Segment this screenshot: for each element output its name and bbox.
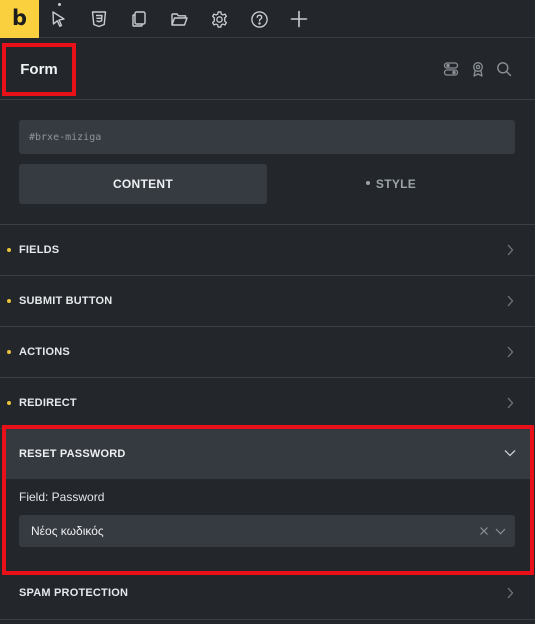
top-toolbar: b xyxy=(0,0,535,38)
settings-icon[interactable] xyxy=(209,9,229,29)
tab-content-label: CONTENT xyxy=(112,177,174,191)
logo-letter: b xyxy=(11,5,28,30)
add-icon[interactable] xyxy=(289,9,309,29)
chevron-right-icon xyxy=(505,346,515,358)
selected-value: Νέος κωδικός xyxy=(31,524,104,538)
group-label: ACTIONS xyxy=(19,346,70,358)
has-settings-dot xyxy=(7,248,11,252)
group-label: SUBMIT BUTTON xyxy=(19,295,113,307)
control-group-reset-password[interactable]: RESET PASSWORD xyxy=(6,429,530,479)
group-label: RESET PASSWORD xyxy=(19,448,126,460)
control-group-submit-button[interactable]: SUBMIT BUTTON xyxy=(0,276,535,326)
select-cursor-icon[interactable] xyxy=(49,9,69,29)
tab-style-label: STYLE xyxy=(375,177,417,191)
group-label: SPAM PROTECTION xyxy=(19,587,129,599)
css-id-input[interactable] xyxy=(19,120,515,154)
pages-icon[interactable] xyxy=(129,9,149,29)
badge-icon[interactable] xyxy=(468,59,488,79)
control-group-spam-protection[interactable]: SPAM PROTECTION xyxy=(0,568,535,618)
has-settings-dot xyxy=(7,401,11,405)
group-label: FIELDS xyxy=(19,244,60,256)
css3-icon[interactable] xyxy=(89,9,109,29)
password-field-select[interactable]: Νέος κωδικός xyxy=(19,515,515,547)
toggle-icon[interactable] xyxy=(441,59,461,79)
tab-content[interactable]: CONTENT xyxy=(19,164,267,204)
element-title: Form xyxy=(20,61,58,78)
help-icon[interactable] xyxy=(249,9,269,29)
has-settings-dot xyxy=(7,299,11,303)
clear-icon[interactable] xyxy=(478,525,490,537)
builder-logo[interactable]: b xyxy=(0,0,39,38)
chevron-down-icon xyxy=(503,447,517,459)
element-header: Form xyxy=(0,39,535,100)
control-group-fields[interactable]: FIELDS xyxy=(0,225,535,275)
password-field-label: Field: Password xyxy=(19,490,105,504)
chevron-right-icon xyxy=(505,397,515,409)
has-settings-dot xyxy=(7,350,11,354)
chevron-right-icon xyxy=(505,587,515,599)
chevron-right-icon xyxy=(505,295,515,307)
group-label: REDIRECT xyxy=(19,397,77,409)
active-tool-indicator xyxy=(58,3,61,6)
control-group-redirect[interactable]: REDIRECT xyxy=(0,378,535,428)
control-group-actions[interactable]: ACTIONS xyxy=(0,327,535,377)
divider xyxy=(0,619,535,620)
search-icon[interactable] xyxy=(494,59,514,79)
folder-icon[interactable] xyxy=(169,9,189,29)
tab-style[interactable]: STYLE xyxy=(267,164,515,204)
style-indicator-dot xyxy=(365,181,370,185)
element-title-highlight: Form xyxy=(2,43,76,96)
chevron-down-icon[interactable] xyxy=(494,525,506,537)
chevron-right-icon xyxy=(505,244,515,256)
